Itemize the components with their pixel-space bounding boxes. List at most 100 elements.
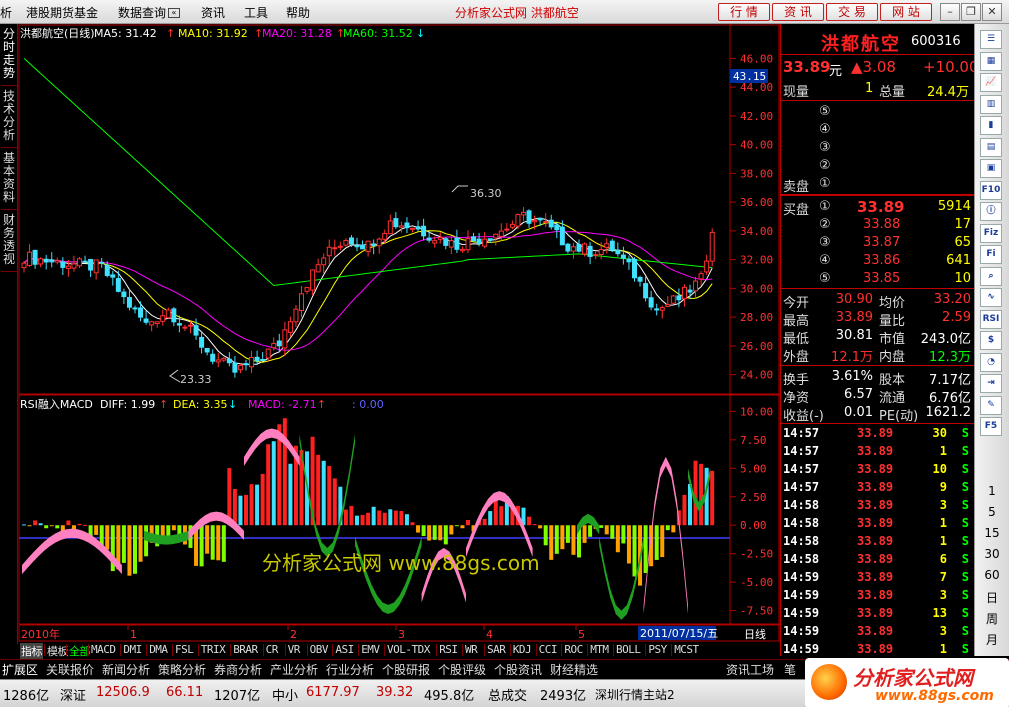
indicator-tab-fsl[interactable]: FSL [174, 643, 194, 656]
menu-analysis[interactable]: 析 [0, 4, 12, 21]
macd-bar [416, 525, 421, 533]
period-2-button[interactable]: 15 [977, 526, 1007, 540]
chart-area[interactable]: 46.0044.0042.0040.0038.0036.0034.0032.00… [18, 24, 780, 644]
tab-technical[interactable]: 技术分析 [1, 90, 17, 148]
nav-item-1[interactable]: 关联报价 [46, 661, 94, 678]
website-button[interactable]: 网 站 [880, 3, 932, 21]
indicator-tab-psy[interactable]: PSY [647, 643, 667, 656]
indicator-tab-指标[interactable]: 指标 [20, 643, 43, 659]
minimize-icon[interactable]: – [940, 3, 960, 21]
candle-body [27, 251, 33, 266]
indicator-tab-asi[interactable]: ASI [334, 643, 354, 656]
period-6-button[interactable]: 周 [977, 610, 1007, 627]
dollar-icon[interactable]: $ [980, 331, 1002, 350]
tab-intraday[interactable]: 分时走势 [1, 28, 17, 86]
period-3-button[interactable]: 30 [977, 547, 1007, 561]
indicator-tab-vr[interactable]: VR [287, 643, 301, 656]
info-icon[interactable]: ⓘ [980, 202, 1002, 221]
period-0-button[interactable]: 1 [977, 484, 1007, 498]
bar-icon[interactable]: ▥ [980, 94, 1002, 114]
macd-bar [266, 444, 271, 526]
nav-item-2[interactable]: 新闻分析 [102, 661, 150, 678]
nav-item-7[interactable]: 个股研报 [382, 661, 430, 678]
indicator-tab-cr[interactable]: CR [265, 643, 279, 656]
nav-item-3[interactable]: 策略分析 [158, 661, 206, 678]
nav-item-9[interactable]: 个股资讯 [494, 661, 542, 678]
indicator-tab-boll[interactable]: BOLL [615, 643, 642, 656]
chart-icon[interactable]: ∿ [980, 288, 1002, 307]
nav-pen[interactable]: 笔 [784, 661, 796, 678]
price-tick-label: 32.00 [740, 254, 773, 267]
period-5-button[interactable]: 日 [977, 589, 1007, 606]
tab-financials[interactable]: 财务透视 [1, 214, 17, 272]
tick-side: S [961, 426, 969, 440]
nav-item-8[interactable]: 个股评级 [438, 661, 486, 678]
candle-body [576, 243, 582, 252]
macd-bar [44, 525, 49, 529]
indicator-tab-mtm[interactable]: MTM [589, 643, 609, 656]
menu-hk-futures[interactable]: 港股期货基金 [26, 4, 98, 21]
indicator-tab-emv[interactable]: EMV [360, 643, 380, 656]
macd-bar [410, 522, 415, 526]
toolbar-f5-button[interactable]: F5 [980, 417, 1002, 436]
nav-item-0[interactable]: 扩展区 [2, 661, 38, 678]
buy-volume: 10 [954, 271, 971, 286]
list-icon[interactable]: ☰ [980, 30, 1002, 49]
indicator-tab-trix[interactable]: TRIX [200, 643, 227, 656]
pencil-icon[interactable]: ✎ [980, 395, 1002, 415]
toolbar-rsi-button[interactable]: RSI [980, 309, 1002, 329]
period-7-button[interactable]: 月 [977, 631, 1007, 648]
candle-body [582, 243, 588, 255]
line-icon[interactable]: 📈 [980, 73, 1002, 92]
menu-news[interactable]: 资讯 [201, 4, 225, 21]
grid-icon[interactable]: ▦ [980, 51, 1002, 71]
tab-fundamentals[interactable]: 基本资料 [1, 152, 17, 210]
toolbar-fi-button[interactable]: Fi [980, 245, 1002, 264]
toolbar-f10-button[interactable]: F10 [980, 180, 1002, 200]
indicator-tab-cci[interactable]: CCI [538, 643, 558, 656]
indicator-tab-dma[interactable]: DMA [148, 643, 168, 656]
macd-bar [27, 525, 32, 527]
pie-icon[interactable]: ◔ [980, 352, 1002, 372]
buy-level-number: ② [819, 217, 831, 232]
macd-bar [460, 525, 465, 529]
menu-expand-icon[interactable]: « [168, 8, 180, 18]
close-icon[interactable]: ✕ [982, 3, 1002, 21]
indicator-tab-mcst[interactable]: MCST [673, 643, 700, 656]
nav-item-5[interactable]: 产业分析 [270, 661, 318, 678]
sell-level-number: ③ [819, 140, 831, 155]
indicator-tab-sar[interactable]: SAR [486, 643, 506, 656]
macd-bar [282, 418, 287, 526]
indicator-tab-roc[interactable]: ROC [563, 643, 583, 656]
nav-item-6[interactable]: 行业分析 [326, 661, 374, 678]
indicator-tab-macd[interactable]: MACD [90, 643, 117, 656]
news-button[interactable]: 资 讯 [772, 3, 824, 21]
indicator-tab-wr[interactable]: WR [464, 643, 478, 656]
period-4-button[interactable]: 60 [977, 568, 1007, 582]
quote-button[interactable]: 行 情 [718, 3, 770, 21]
nav-info-workshop[interactable]: 资讯工场 [726, 661, 774, 678]
exit-icon[interactable]: ⇥ [980, 374, 1002, 393]
macd-bar [399, 510, 404, 526]
search-icon[interactable]: ⌕ [980, 266, 1002, 286]
doc-icon[interactable]: ▣ [980, 159, 1002, 178]
indicator-tab-obv[interactable]: OBV [309, 643, 329, 656]
nav-item-4[interactable]: 券商分析 [214, 661, 262, 678]
restore-icon[interactable]: ❐ [961, 3, 981, 21]
indicator-tab-dmi[interactable]: DMI [122, 643, 142, 656]
menu-help[interactable]: 帮助 [286, 4, 310, 21]
indicator-tab-brar[interactable]: BRAR [232, 643, 259, 656]
indicator-tab-vol-tdx[interactable]: VOL-TDX [386, 643, 431, 656]
menu-tools[interactable]: 工具 [244, 4, 268, 21]
toolbar-fiz-button[interactable]: Fiz [980, 223, 1002, 243]
candle-icon[interactable]: ▮ [980, 116, 1002, 135]
indicator-tab-kdj[interactable]: KDJ [512, 643, 532, 656]
macd-bar [249, 484, 254, 526]
trade-button[interactable]: 交 易 [826, 3, 878, 21]
nav-item-10[interactable]: 财经精选 [550, 661, 598, 678]
book-icon[interactable]: ▤ [980, 137, 1002, 157]
period-1-button[interactable]: 5 [977, 505, 1007, 519]
period-label[interactable]: 日线 [744, 627, 766, 641]
indicator-tab-rsi[interactable]: RSI [438, 643, 458, 656]
menu-data-query[interactable]: 数据查询 [118, 4, 166, 21]
